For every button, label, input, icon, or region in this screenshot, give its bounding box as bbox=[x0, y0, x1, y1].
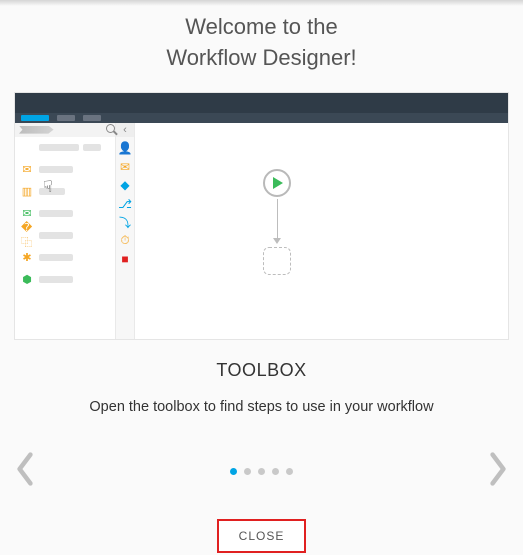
tab-inactive bbox=[83, 115, 101, 121]
tour-screenshot: ✉▥✉�⿻✱⬢ ☟ ‹ 👤✉◆⎇⤵⏱■ bbox=[14, 92, 509, 340]
pager-dot[interactable] bbox=[272, 468, 279, 475]
list-item-icon: ✱ bbox=[21, 252, 33, 264]
pager-row bbox=[0, 457, 523, 487]
prev-button[interactable] bbox=[14, 451, 36, 487]
collapse-chevron-icon: ‹ bbox=[116, 123, 134, 137]
list-item-icon: ▥ bbox=[21, 186, 33, 198]
branch-icon: ⎇ bbox=[118, 197, 132, 211]
breadcrumb-icon bbox=[19, 126, 54, 134]
pager-dot[interactable] bbox=[286, 468, 293, 475]
list-item: ⬢ bbox=[15, 269, 115, 291]
close-button[interactable]: CLOSE bbox=[217, 519, 307, 553]
list-item-label bbox=[39, 254, 73, 261]
tab-inactive bbox=[57, 115, 75, 121]
toolbox-panel: ✉▥✉�⿻✱⬢ ☟ bbox=[15, 123, 115, 339]
list-item: ▥ bbox=[15, 181, 115, 203]
stop-icon: ■ bbox=[118, 252, 132, 266]
start-node bbox=[263, 169, 291, 197]
chevron-left-icon bbox=[14, 451, 36, 487]
mail-icon: ✉ bbox=[118, 160, 132, 174]
list-item-label bbox=[39, 166, 73, 173]
chevron-right-icon bbox=[487, 451, 509, 487]
list-item-label bbox=[39, 144, 79, 151]
flow-arrow-icon bbox=[273, 238, 281, 244]
next-button[interactable] bbox=[487, 451, 509, 487]
list-item-icon: ✉ bbox=[21, 208, 33, 220]
pager-dots bbox=[230, 468, 293, 475]
section-description: Open the toolbox to find steps to use in… bbox=[0, 399, 523, 415]
app-titlebar bbox=[15, 93, 508, 113]
user-check-icon: 👤 bbox=[118, 141, 132, 155]
diamond-icon: ◆ bbox=[118, 178, 132, 192]
drop-target-placeholder bbox=[263, 247, 291, 275]
list-item-icon: �⿻ bbox=[21, 230, 33, 242]
tab-active bbox=[21, 115, 49, 121]
pager-dot[interactable] bbox=[244, 468, 251, 475]
list-item bbox=[15, 137, 115, 159]
welcome-heading: Welcome to the Workflow Designer! bbox=[0, 6, 523, 92]
app-tab-strip bbox=[15, 113, 508, 123]
breadcrumb-row bbox=[15, 123, 115, 137]
merge-icon: ⤵ bbox=[118, 215, 132, 229]
list-item-icon: ⬢ bbox=[21, 274, 33, 286]
pager-dot[interactable] bbox=[230, 468, 237, 475]
flow-connector bbox=[277, 199, 278, 241]
workflow-canvas bbox=[135, 123, 508, 339]
list-item: �⿻ bbox=[15, 225, 115, 247]
list-item-label bbox=[39, 276, 73, 283]
list-item-label bbox=[39, 188, 65, 195]
timer-icon: ⏱ bbox=[118, 234, 132, 248]
list-item-label bbox=[39, 232, 73, 239]
toolbox-icon-strip: ‹ 👤 ✉ ◆ ⎇ ⤵ ⏱ ■ bbox=[115, 123, 135, 339]
list-item-icon: ✉ bbox=[21, 164, 33, 176]
play-icon bbox=[273, 177, 283, 189]
list-item-icon bbox=[21, 142, 33, 154]
list-item: ✉ bbox=[15, 159, 115, 181]
welcome-line1: Welcome to the bbox=[0, 12, 523, 43]
pager-dot[interactable] bbox=[258, 468, 265, 475]
search-icon bbox=[106, 124, 115, 136]
welcome-line2: Workflow Designer! bbox=[0, 43, 523, 74]
list-item-label bbox=[39, 210, 73, 217]
section-title: TOOLBOX bbox=[0, 360, 523, 381]
